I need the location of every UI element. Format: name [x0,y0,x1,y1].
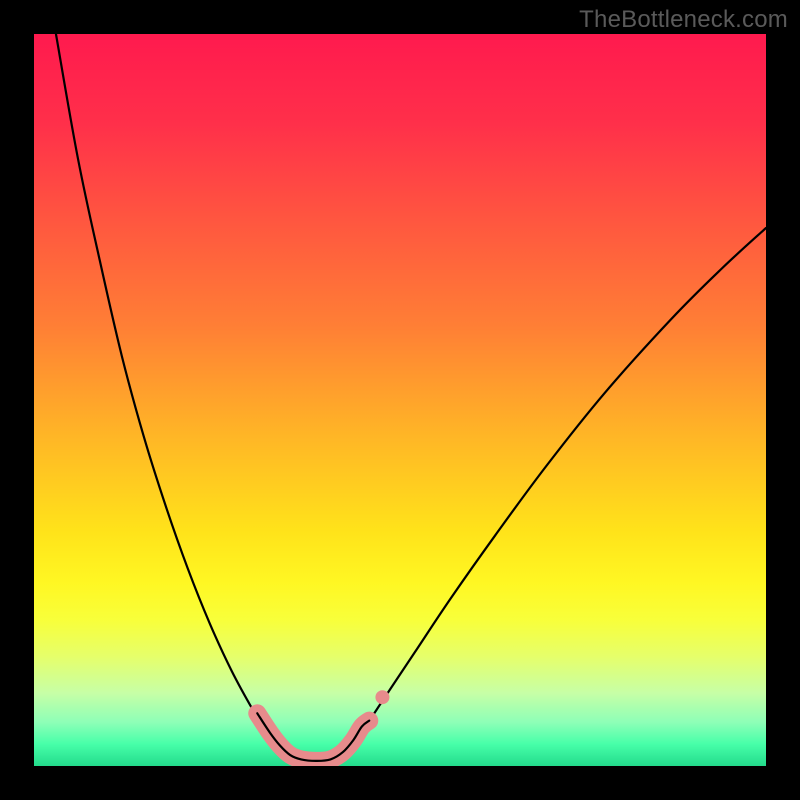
marker-layer [257,690,389,761]
series-left-curve [56,34,292,760]
watermark-label: TheBottleneck.com [579,6,788,34]
chart-svg [34,34,766,766]
curve-layer [56,34,766,762]
plot-area [34,34,766,766]
outer-frame: TheBottleneck.com [0,0,800,800]
marker-end-dot [375,690,389,704]
series-right-curve [334,228,766,760]
